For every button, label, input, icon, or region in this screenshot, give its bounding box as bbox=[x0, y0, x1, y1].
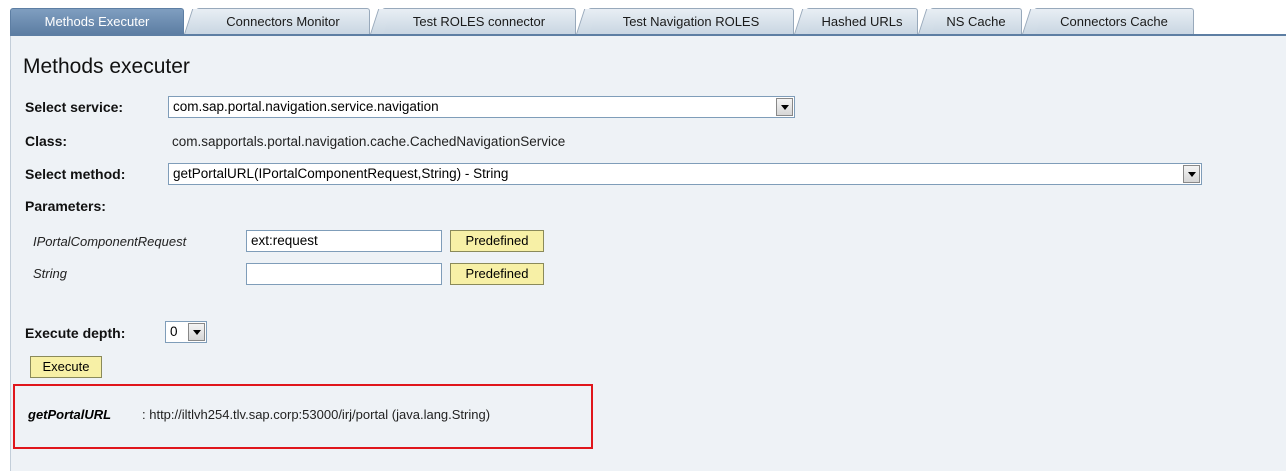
method-select[interactable]: getPortalURL(IPortalComponentRequest,Str… bbox=[168, 163, 1202, 185]
tab-test-roles-connector[interactable]: Test ROLES connector bbox=[369, 8, 576, 35]
class-value: com.sapportals.portal.navigation.cache.C… bbox=[172, 134, 566, 149]
service-label: Select service: bbox=[25, 99, 124, 115]
param-name: IPortalComponentRequest bbox=[33, 234, 187, 249]
depth-select[interactable]: 0 bbox=[165, 321, 207, 343]
tab-label: Connectors Cache bbox=[1060, 14, 1168, 29]
result-box: getPortalURL : http://iltlvh254.tlv.sap.… bbox=[13, 384, 593, 449]
parameters-label: Parameters: bbox=[25, 198, 106, 214]
tab-label: Hashed URLs bbox=[821, 14, 903, 29]
depth-label: Execute depth: bbox=[25, 325, 126, 341]
predefined-button[interactable]: Predefined bbox=[450, 230, 544, 252]
result-text: : http://iltlvh254.tlv.sap.corp:53000/ir… bbox=[142, 407, 491, 422]
method-select-value: getPortalURL(IPortalComponentRequest,Str… bbox=[173, 166, 509, 181]
tab-connectors-cache[interactable]: Connectors Cache bbox=[1021, 8, 1194, 35]
param-input-portal-request[interactable]: ext:request bbox=[246, 230, 442, 252]
tab-strip: Methods Executer Connectors Monitor Test… bbox=[10, 8, 1286, 35]
tab-label: NS Cache bbox=[946, 14, 1006, 29]
predefined-button[interactable]: Predefined bbox=[450, 263, 544, 285]
tab-label: Methods Executer bbox=[44, 14, 150, 29]
tab-label: Test Navigation ROLES bbox=[622, 14, 760, 29]
chevron-down-icon[interactable] bbox=[1183, 165, 1200, 183]
depth-select-value: 0 bbox=[170, 324, 178, 339]
result-method: getPortalURL bbox=[28, 407, 112, 422]
service-select-value: com.sap.portal.navigation.service.naviga… bbox=[173, 99, 439, 114]
page-title: Methods executer bbox=[23, 55, 190, 78]
param-name: String bbox=[33, 266, 67, 281]
method-label: Select method: bbox=[25, 166, 126, 182]
tab-label: Test ROLES connector bbox=[412, 14, 546, 29]
class-label: Class: bbox=[25, 133, 68, 149]
tab-label: Connectors Monitor bbox=[226, 14, 340, 29]
chevron-down-icon[interactable] bbox=[188, 323, 205, 341]
param-input-string[interactable] bbox=[246, 263, 442, 285]
tab-connectors-monitor[interactable]: Connectors Monitor bbox=[183, 8, 370, 35]
tab-methods-executer[interactable]: Methods Executer bbox=[10, 8, 184, 34]
tab-ns-cache[interactable]: NS Cache bbox=[917, 8, 1022, 35]
tab-test-navigation-roles[interactable]: Test Navigation ROLES bbox=[575, 8, 794, 35]
chevron-down-icon[interactable] bbox=[776, 98, 793, 116]
execute-button[interactable]: Execute bbox=[30, 356, 102, 378]
tab-hashed-urls[interactable]: Hashed URLs bbox=[793, 8, 918, 35]
service-select[interactable]: com.sap.portal.navigation.service.naviga… bbox=[168, 96, 795, 118]
